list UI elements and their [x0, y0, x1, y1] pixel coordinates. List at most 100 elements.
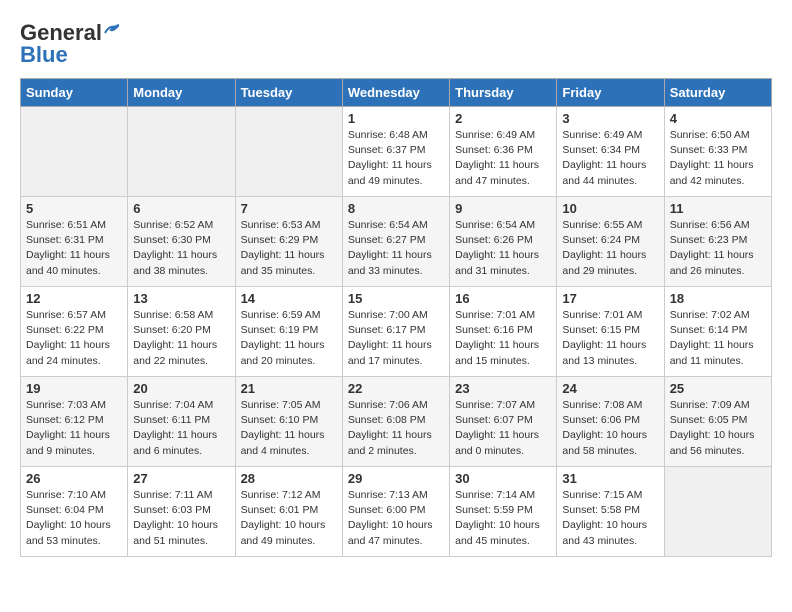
day-number: 24	[562, 381, 658, 396]
day-number: 14	[241, 291, 337, 306]
calendar-cell: 20 Sunrise: 7:04 AM Sunset: 6:11 PM Dayli…	[128, 377, 235, 467]
day-number: 30	[455, 471, 551, 486]
col-header-friday: Friday	[557, 79, 664, 107]
calendar-cell: 29 Sunrise: 7:13 AM Sunset: 6:00 PM Dayli…	[342, 467, 449, 557]
day-info: Sunrise: 6:58 AM Sunset: 6:20 PM Dayligh…	[133, 308, 229, 369]
col-header-monday: Monday	[128, 79, 235, 107]
calendar-cell: 23 Sunrise: 7:07 AM Sunset: 6:07 PM Dayli…	[450, 377, 557, 467]
calendar-cell: 10Sunrise: 6:55 AM Sunset: 6:24 PM Dayli…	[557, 197, 664, 287]
calendar-cell	[128, 107, 235, 197]
day-info: Sunrise: 7:12 AM Sunset: 6:01 PM Dayligh…	[241, 488, 337, 549]
col-header-wednesday: Wednesday	[342, 79, 449, 107]
calendar-cell: 2Sunrise: 6:49 AM Sunset: 6:36 PM Daylig…	[450, 107, 557, 197]
calendar-cell	[21, 107, 128, 197]
calendar-cell: 22 Sunrise: 7:06 AM Sunset: 6:08 PM Dayli…	[342, 377, 449, 467]
calendar-cell: 6 Sunrise: 6:52 AM Sunset: 6:30 PM Daylig…	[128, 197, 235, 287]
col-header-tuesday: Tuesday	[235, 79, 342, 107]
day-number: 5	[26, 201, 122, 216]
calendar-cell: 15 Sunrise: 7:00 AM Sunset: 6:17 PM Dayli…	[342, 287, 449, 377]
day-info: Sunrise: 6:54 AM Sunset: 6:26 PM Dayligh…	[455, 218, 551, 279]
day-number: 12	[26, 291, 122, 306]
day-number: 22	[348, 381, 444, 396]
day-number: 25	[670, 381, 766, 396]
day-info: Sunrise: 7:13 AM Sunset: 6:00 PM Dayligh…	[348, 488, 444, 549]
day-number: 6	[133, 201, 229, 216]
day-number: 11	[670, 201, 766, 216]
day-info: Sunrise: 7:06 AM Sunset: 6:08 PM Dayligh…	[348, 398, 444, 459]
day-number: 7	[241, 201, 337, 216]
day-number: 17	[562, 291, 658, 306]
calendar-cell: 31 Sunrise: 7:15 AM Sunset: 5:58 PM Dayli…	[557, 467, 664, 557]
day-info: Sunrise: 7:10 AM Sunset: 6:04 PM Dayligh…	[26, 488, 122, 549]
day-number: 9	[455, 201, 551, 216]
calendar-cell: 27 Sunrise: 7:11 AM Sunset: 6:03 PM Dayli…	[128, 467, 235, 557]
day-info: Sunrise: 6:49 AM Sunset: 6:34 PM Dayligh…	[562, 128, 658, 189]
day-info: Sunrise: 7:15 AM Sunset: 5:58 PM Dayligh…	[562, 488, 658, 549]
col-header-thursday: Thursday	[450, 79, 557, 107]
day-number: 29	[348, 471, 444, 486]
calendar-cell: 16 Sunrise: 7:01 AM Sunset: 6:16 PM Dayli…	[450, 287, 557, 377]
calendar-cell: 5Sunrise: 6:51 AM Sunset: 6:31 PM Daylig…	[21, 197, 128, 287]
calendar-cell: 25 Sunrise: 7:09 AM Sunset: 6:05 PM Dayli…	[664, 377, 771, 467]
calendar-cell: 28 Sunrise: 7:12 AM Sunset: 6:01 PM Dayli…	[235, 467, 342, 557]
day-number: 19	[26, 381, 122, 396]
day-number: 2	[455, 111, 551, 126]
day-info: Sunrise: 7:04 AM Sunset: 6:11 PM Dayligh…	[133, 398, 229, 459]
day-info: Sunrise: 7:03 AM Sunset: 6:12 PM Dayligh…	[26, 398, 122, 459]
day-number: 27	[133, 471, 229, 486]
calendar-cell: 7 Sunrise: 6:53 AM Sunset: 6:29 PM Daylig…	[235, 197, 342, 287]
day-info: Sunrise: 6:48 AM Sunset: 6:37 PM Dayligh…	[348, 128, 444, 189]
calendar-cell: 19 Sunrise: 7:03 AM Sunset: 6:12 PM Dayli…	[21, 377, 128, 467]
day-number: 18	[670, 291, 766, 306]
calendar-cell	[664, 467, 771, 557]
logo-bird-icon	[103, 23, 121, 37]
day-number: 16	[455, 291, 551, 306]
calendar-cell: 14 Sunrise: 6:59 AM Sunset: 6:19 PM Dayli…	[235, 287, 342, 377]
calendar-cell: 17 Sunrise: 7:01 AM Sunset: 6:15 PM Dayli…	[557, 287, 664, 377]
day-number: 31	[562, 471, 658, 486]
calendar-cell: 3 Sunrise: 6:49 AM Sunset: 6:34 PM Daylig…	[557, 107, 664, 197]
day-info: Sunrise: 6:52 AM Sunset: 6:30 PM Dayligh…	[133, 218, 229, 279]
day-number: 26	[26, 471, 122, 486]
day-number: 15	[348, 291, 444, 306]
day-info: Sunrise: 7:07 AM Sunset: 6:07 PM Dayligh…	[455, 398, 551, 459]
day-info: Sunrise: 6:56 AM Sunset: 6:23 PM Dayligh…	[670, 218, 766, 279]
day-info: Sunrise: 7:09 AM Sunset: 6:05 PM Dayligh…	[670, 398, 766, 459]
calendar-cell: 9 Sunrise: 6:54 AM Sunset: 6:26 PM Daylig…	[450, 197, 557, 287]
day-info: Sunrise: 6:50 AM Sunset: 6:33 PM Dayligh…	[670, 128, 766, 189]
logo-blue: Blue	[20, 42, 68, 68]
calendar-cell: 21 Sunrise: 7:05 AM Sunset: 6:10 PM Dayli…	[235, 377, 342, 467]
day-number: 21	[241, 381, 337, 396]
day-number: 20	[133, 381, 229, 396]
day-number: 8	[348, 201, 444, 216]
day-number: 23	[455, 381, 551, 396]
calendar-cell: 1 Sunrise: 6:48 AM Sunset: 6:37 PM Daylig…	[342, 107, 449, 197]
day-number: 1	[348, 111, 444, 126]
calendar-cell	[235, 107, 342, 197]
calendar-cell: 4 Sunrise: 6:50 AM Sunset: 6:33 PM Daylig…	[664, 107, 771, 197]
day-number: 3	[562, 111, 658, 126]
day-number: 28	[241, 471, 337, 486]
day-info: Sunrise: 6:53 AM Sunset: 6:29 PM Dayligh…	[241, 218, 337, 279]
day-info: Sunrise: 7:00 AM Sunset: 6:17 PM Dayligh…	[348, 308, 444, 369]
col-header-saturday: Saturday	[664, 79, 771, 107]
calendar-cell: 13 Sunrise: 6:58 AM Sunset: 6:20 PM Dayli…	[128, 287, 235, 377]
logo: General Blue	[20, 20, 121, 68]
day-info: Sunrise: 7:01 AM Sunset: 6:16 PM Dayligh…	[455, 308, 551, 369]
calendar-cell: 24Sunrise: 7:08 AM Sunset: 6:06 PM Dayli…	[557, 377, 664, 467]
calendar-table: SundayMondayTuesdayWednesdayThursdayFrid…	[20, 78, 772, 557]
calendar-cell: 18 Sunrise: 7:02 AM Sunset: 6:14 PM Dayli…	[664, 287, 771, 377]
calendar-cell: 30Sunrise: 7:14 AM Sunset: 5:59 PM Dayli…	[450, 467, 557, 557]
calendar-cell: 8Sunrise: 6:54 AM Sunset: 6:27 PM Daylig…	[342, 197, 449, 287]
page-header: General Blue	[20, 20, 772, 68]
day-info: Sunrise: 7:02 AM Sunset: 6:14 PM Dayligh…	[670, 308, 766, 369]
day-info: Sunrise: 7:11 AM Sunset: 6:03 PM Dayligh…	[133, 488, 229, 549]
day-number: 13	[133, 291, 229, 306]
day-info: Sunrise: 6:59 AM Sunset: 6:19 PM Dayligh…	[241, 308, 337, 369]
calendar-cell: 11 Sunrise: 6:56 AM Sunset: 6:23 PM Dayli…	[664, 197, 771, 287]
day-info: Sunrise: 6:55 AM Sunset: 6:24 PM Dayligh…	[562, 218, 658, 279]
day-number: 4	[670, 111, 766, 126]
day-info: Sunrise: 7:05 AM Sunset: 6:10 PM Dayligh…	[241, 398, 337, 459]
day-info: Sunrise: 7:01 AM Sunset: 6:15 PM Dayligh…	[562, 308, 658, 369]
calendar-cell: 26 Sunrise: 7:10 AM Sunset: 6:04 PM Dayli…	[21, 467, 128, 557]
